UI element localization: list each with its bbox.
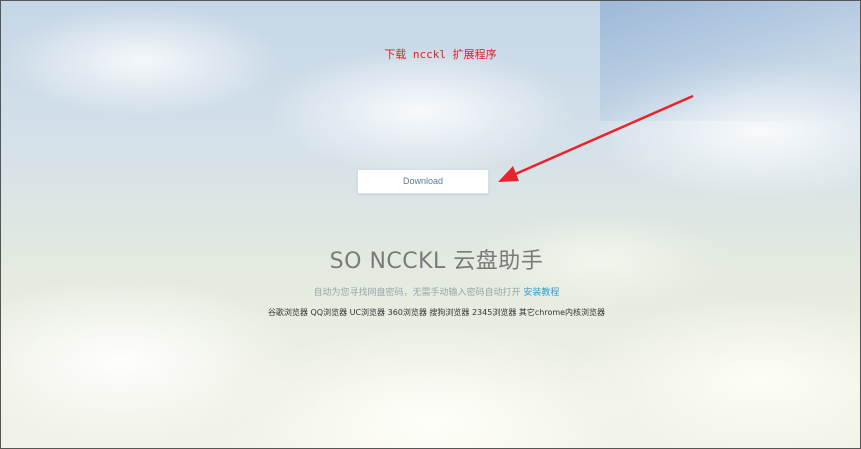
supported-browsers: 谷歌浏览器 QQ浏览器 UC浏览器 360浏览器 搜狗浏览器 2345浏览器 其…	[267, 308, 606, 317]
subtitle-text: 自动为您寻找网盘密码，无需手动输入密码自动打开	[313, 288, 524, 298]
page-subtitle: 自动为您寻找网盘密码，无需手动输入密码自动打开 安装教程	[1, 285, 860, 298]
install-guide-link[interactable]: 安装教程	[523, 288, 559, 298]
red-arrow-annotation	[498, 94, 694, 182]
page-title: SO NCCKL 云盘助手	[329, 249, 544, 274]
page-background: 下载 ncckl 扩展程序 Download SO NCCKL 云盘助手 自动为…	[0, 0, 861, 449]
